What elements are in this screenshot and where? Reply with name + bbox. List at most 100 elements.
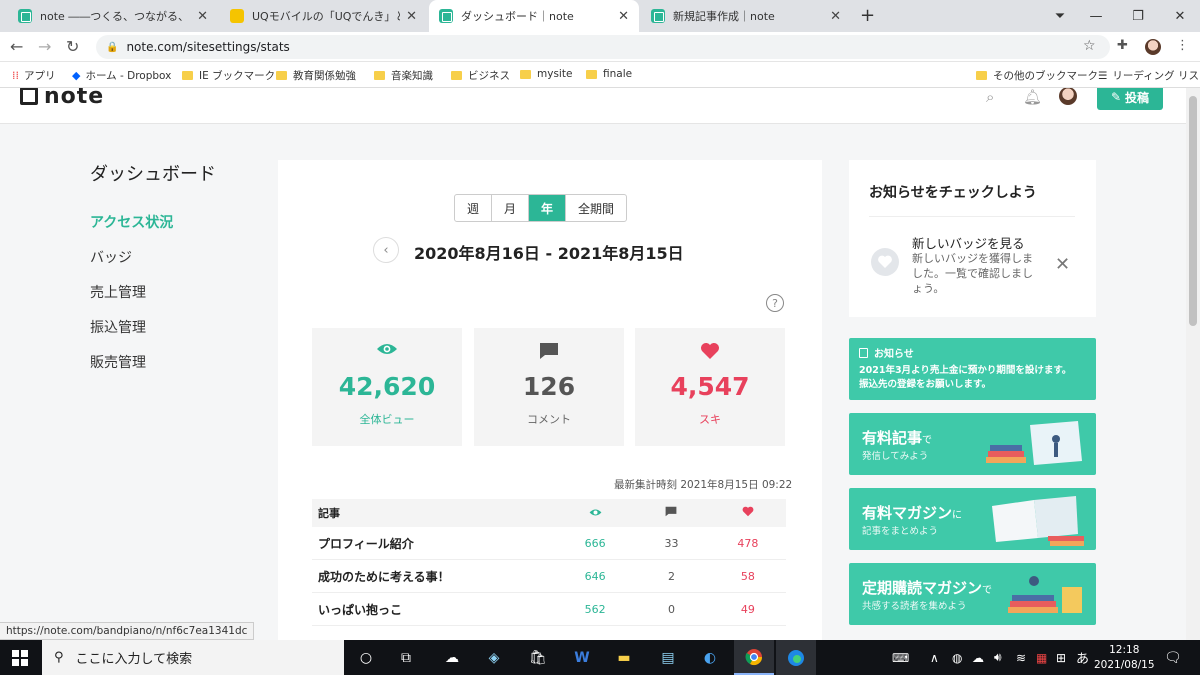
search-icon[interactable]: ⌕ [986, 88, 994, 106]
notification-icon[interactable]: 🗨︎ [1164, 640, 1182, 675]
promo-banner-paid-magazine[interactable]: 有料マガジンに 記事をまとめよう [849, 488, 1096, 550]
close-icon[interactable]: ✕ [830, 9, 841, 24]
tray-icon[interactable]: ◍ [952, 640, 962, 675]
browser-tab[interactable]: note ――つくる、つながる、とどける。 ✕ [8, 0, 218, 32]
close-icon[interactable]: ✕ [406, 9, 417, 24]
close-icon[interactable]: ✕ [1055, 254, 1070, 275]
sidebar-item-transfers[interactable]: 振込管理 [90, 317, 216, 352]
article-comments: 0 [667, 602, 675, 616]
table-row[interactable]: プロフィール紹介 666 33 478 [312, 527, 786, 560]
close-icon[interactable]: ✕ [197, 9, 208, 24]
bookmark-item[interactable]: mysite [520, 68, 572, 80]
taskbar-clock[interactable]: 12:18 2021/08/15 [1094, 643, 1155, 673]
badge-link[interactable]: 新しいバッジを見る [912, 233, 1025, 252]
new-tab-button[interactable]: + [860, 5, 875, 26]
app-icon[interactable]: ▤ [648, 640, 688, 675]
app-icon[interactable]: ◈ [474, 640, 514, 675]
bookmark-item[interactable]: finale [586, 68, 632, 80]
user-avatar[interactable] [1059, 88, 1077, 105]
task-view-icon[interactable]: ⧉ [386, 640, 426, 675]
divider [869, 216, 1075, 217]
period-month-button[interactable]: 月 [492, 195, 530, 221]
folder-icon [451, 71, 462, 80]
forward-arrow-icon[interactable]: → [38, 37, 51, 56]
restore-button[interactable]: ❐ [1118, 0, 1158, 32]
browser-tab[interactable]: UQモバイルの「UQでんき」と「でんき割」 ✕ [220, 0, 427, 32]
sidebar-item-sales[interactable]: 売上管理 [90, 282, 216, 317]
keyboard-icon[interactable]: ⌨ [892, 640, 909, 675]
wifi-icon[interactable]: ≋ [1016, 640, 1026, 675]
promo-banner-subscription-magazine[interactable]: 定期購読マガジンで 共感する読者を集めよう [849, 563, 1096, 625]
bookmark-item[interactable]: ⁞⁞ アプリ [12, 68, 56, 83]
table-row[interactable]: いっぱい抱っこ 562 0 49 [312, 593, 786, 626]
tray-icon[interactable]: ▦ [1036, 640, 1047, 675]
article-title[interactable]: プロフィール紹介 [312, 535, 557, 552]
browser-tab[interactable]: 新規記事作成｜note ✕ [641, 0, 851, 32]
close-icon[interactable]: ✕ [618, 9, 629, 24]
profile-avatar[interactable] [1145, 39, 1161, 55]
sidebar-item-badges[interactable]: バッジ [90, 247, 216, 282]
address-bar[interactable]: 🔒 note.com/sitesettings/stats [96, 35, 1110, 59]
bell-icon[interactable]: 🔔︎ [1023, 88, 1042, 106]
previous-period-button[interactable]: ‹ [373, 237, 399, 263]
volume-icon[interactable]: 🔊︎ [994, 640, 1002, 675]
period-all-button[interactable]: 全期間 [566, 195, 626, 221]
period-year-button[interactable]: 年 [529, 195, 567, 221]
chrome-icon[interactable] [734, 640, 774, 675]
menu-kebab-icon[interactable]: ⋮ [1176, 38, 1189, 53]
chevron-up-icon[interactable]: ∧ [930, 640, 939, 675]
ime-mode[interactable]: あ [1076, 640, 1089, 675]
back-arrow-icon[interactable]: ← [10, 37, 23, 56]
promo-banner-paid-article[interactable]: 有料記事で 発信してみよう [849, 413, 1096, 475]
announcement-banner[interactable]: お知らせ 2021年3月より売上金に預かり期間を設けます。 振込先の登録をお願いし… [849, 338, 1096, 400]
bookmark-item[interactable]: 教育関係勉強 [276, 68, 356, 83]
word-icon[interactable]: W [562, 640, 602, 675]
scrollbar-thumb[interactable] [1189, 96, 1197, 326]
note-dashboard-page: note ⌕ 🔔︎ ✎ 投稿 ダッシュボード アクセス状況 バッジ 売上管理 振込… [0, 88, 1186, 640]
windows-start-icon[interactable] [12, 650, 28, 669]
bookmark-item[interactable]: ビジネス [451, 68, 510, 83]
post-button[interactable]: ✎ 投稿 [1097, 88, 1163, 110]
close-window-button[interactable]: ✕ [1160, 0, 1200, 32]
article-title[interactable]: いっぱい抱っこ [312, 601, 557, 618]
browser-tab-active[interactable]: ダッシュボード｜note ✕ [429, 0, 639, 32]
note-logo[interactable]: note [20, 88, 104, 109]
cortana-icon[interactable]: ○ [346, 640, 386, 675]
minimize-button[interactable]: — [1076, 0, 1116, 32]
sidebar-item-access[interactable]: アクセス状況 [90, 212, 216, 247]
bookmark-item[interactable]: ◆ ホーム - Dropbox [72, 68, 171, 83]
page-scrollbar[interactable] [1186, 88, 1200, 640]
sidebar-item-sales-management[interactable]: 販売管理 [90, 352, 216, 387]
column-article[interactable]: 記事 [312, 505, 557, 521]
period-week-button[interactable]: 週 [455, 195, 493, 221]
reload-icon[interactable]: ↻ [66, 37, 79, 56]
tab-title: ダッシュボード｜note [461, 10, 574, 23]
bookmark-item[interactable]: IE ブックマーク [182, 68, 275, 83]
tab-search-icon[interactable]: ⏷ [1040, 0, 1080, 32]
onedrive-icon[interactable]: ☁ [972, 640, 984, 675]
bookmark-item[interactable]: 音楽知識 [374, 68, 433, 83]
taskbar-search-input[interactable]: ⚲ ここに入力して検索 [42, 640, 344, 675]
article-title[interactable]: 成功のために考える事！ [312, 568, 557, 585]
lock-icon: 🔒 [106, 41, 119, 53]
bookmark-star-icon[interactable]: ☆ [1083, 38, 1096, 54]
edge-icon[interactable] [776, 640, 816, 675]
badge-description: 新しいバッジを獲得しました。一覧で確認しましょう。 [912, 252, 1033, 295]
heart-icon[interactable] [710, 506, 786, 520]
comment-icon[interactable] [633, 506, 709, 520]
eye-icon[interactable] [557, 507, 633, 520]
bookmark-item[interactable]: その他のブックマーク [976, 68, 1098, 83]
file-explorer-icon[interactable]: ▬ [604, 640, 644, 675]
help-icon[interactable]: ? [766, 294, 784, 312]
app-icon[interactable]: ◐ [690, 640, 730, 675]
tab-title: 新規記事作成｜note [673, 10, 775, 23]
article-likes: 49 [740, 602, 755, 616]
bookmark-item[interactable]: ☰ リーディング リスト [1098, 68, 1200, 83]
bookmark-label: リーディング リスト [1112, 70, 1200, 82]
table-row[interactable]: 成功のために考える事！ 646 2 58 [312, 560, 786, 593]
app-icon[interactable]: ☁ [432, 640, 472, 675]
extensions-puzzle-icon[interactable]: ✚ [1117, 38, 1128, 53]
store-icon[interactable]: 🛍︎ [518, 640, 558, 675]
ime-toggle-icon[interactable]: ⊞ [1056, 640, 1066, 675]
article-likes: 478 [737, 536, 759, 550]
